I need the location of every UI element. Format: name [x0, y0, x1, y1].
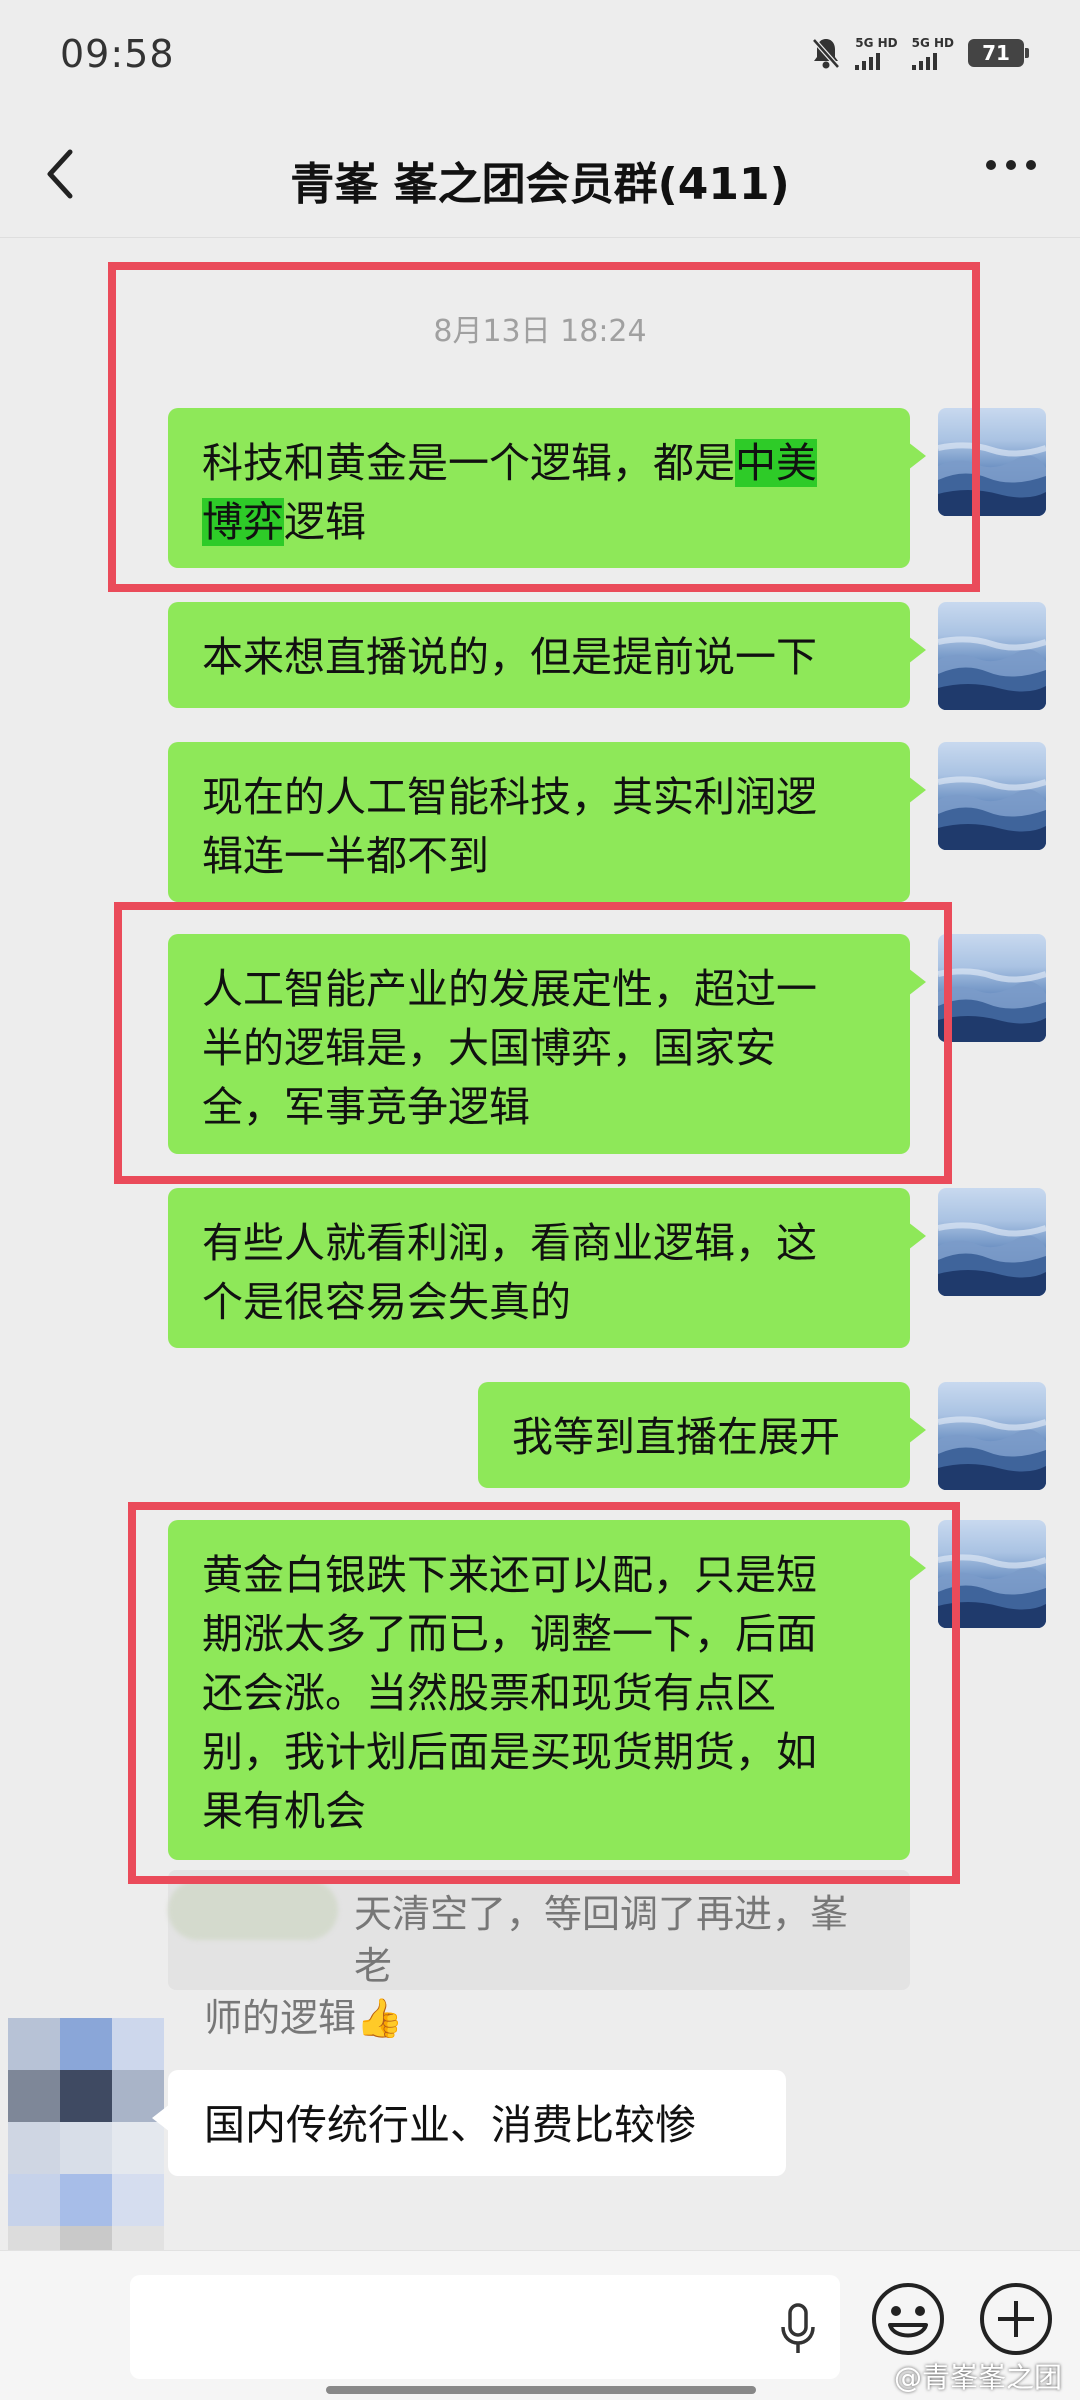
- signal-5g-1: 5G HD: [855, 35, 898, 70]
- more-icon[interactable]: [986, 160, 1036, 170]
- message-bubble[interactable]: 本来想直播说的，但是提前说一下: [168, 602, 926, 708]
- status-time: 09:58: [60, 32, 175, 76]
- message-line: 全，军事竞争逻辑: [202, 1083, 530, 1131]
- avatar[interactable]: [938, 1188, 1046, 1296]
- signal-label: 5G HD: [855, 35, 898, 50]
- message-line: 半的逻辑是，大国博弈，国家安: [202, 1024, 776, 1072]
- bell-off-icon: [812, 38, 841, 69]
- plus-icon[interactable]: [978, 2281, 1054, 2357]
- message-line: 还会涨。当然股票和现货有点区: [202, 1669, 776, 1717]
- avatar[interactable]: [938, 408, 1046, 516]
- message-bubble[interactable]: 科技和黄金是一个逻辑，都是中美 博弈逻辑: [168, 408, 926, 568]
- message-line: 科技和黄金是一个逻辑，都是中美: [202, 439, 817, 487]
- message-line: 国内传统行业、消费比较惨: [204, 2101, 696, 2149]
- message-line: 本来想直播说的，但是提前说一下: [202, 633, 817, 681]
- microphone-icon[interactable]: [778, 2301, 818, 2357]
- message-line: 博弈逻辑: [202, 498, 366, 546]
- chat-title: 青峯 峯之团会员群(411): [290, 159, 790, 210]
- avatar[interactable]: [938, 1520, 1046, 1628]
- chat-header: 青峯 峯之团会员群(411): [0, 110, 1080, 238]
- message-line: 黄金白银跌下来还可以配，只是短: [202, 1551, 817, 1599]
- home-indicator[interactable]: [326, 2386, 756, 2394]
- status-icons: 5G HD 5G HD 71: [811, 35, 1029, 70]
- avatar[interactable]: [938, 602, 1046, 710]
- status-bar: 09:58 5G HD 5G HD 71: [0, 0, 1080, 110]
- message-line: 师的逻辑👍: [204, 1996, 404, 2040]
- message-bubble[interactable]: 人工智能产业的发展定性，超过一 半的逻辑是，大国博弈，国家安 全，军事竞争逻辑: [168, 934, 926, 1154]
- signal-bars-icon: [911, 52, 937, 70]
- message-input[interactable]: [130, 2275, 840, 2379]
- avatar[interactable]: [938, 742, 1046, 850]
- emoji-icon[interactable]: [870, 2281, 946, 2357]
- message-bubble[interactable]: 黄金白银跌下来还可以配，只是短 期涨太多了而已，调整一下，后面 还会涨。当然股票…: [168, 1520, 926, 1860]
- signal-5g-2: 5G HD: [911, 35, 954, 70]
- message-line: 个是很容易会失真的: [202, 1278, 571, 1326]
- message-line: 现在的人工智能科技，其实利润逻: [202, 773, 817, 821]
- quoted-message[interactable]: 天清空了，等回调了再进，峯老 师的逻辑👍: [168, 1870, 910, 2040]
- message-line: 别，我计划后面是买现货期货，如: [202, 1728, 817, 1776]
- message-bubble[interactable]: 国内传统行业、消费比较惨: [152, 2070, 786, 2176]
- highlight-text: 博弈: [202, 498, 284, 546]
- watermark: @青峯峯之团: [893, 2361, 1062, 2394]
- highlight-text: 中美: [735, 439, 817, 487]
- message-bubble[interactable]: 现在的人工智能科技，其实利润逻 辑连一半都不到: [168, 742, 926, 902]
- message-timestamp: 8月13日 18:24: [433, 314, 647, 349]
- message-line: 辑连一半都不到: [202, 832, 489, 880]
- message-line: 有些人就看利润，看商业逻辑，这: [202, 1219, 817, 1267]
- message-line: 人工智能产业的发展定性，超过一: [202, 965, 817, 1013]
- message-bubble[interactable]: 有些人就看利润，看商业逻辑，这 个是很容易会失真的: [168, 1188, 926, 1348]
- message-line: 果有机会: [202, 1787, 366, 1835]
- avatar[interactable]: [938, 1382, 1046, 1490]
- signal-label: 5G HD: [911, 35, 954, 50]
- message-line: 期涨太多了而已，调整一下，后面: [202, 1610, 817, 1658]
- message-bubble[interactable]: 我等到直播在展开: [478, 1382, 926, 1488]
- signal-bars-icon: [855, 52, 881, 70]
- avatar[interactable]: [938, 934, 1046, 1042]
- blurred-name: [168, 1880, 338, 1940]
- message-line: 我等到直播在展开: [512, 1413, 840, 1461]
- battery-icon: 71: [968, 39, 1029, 67]
